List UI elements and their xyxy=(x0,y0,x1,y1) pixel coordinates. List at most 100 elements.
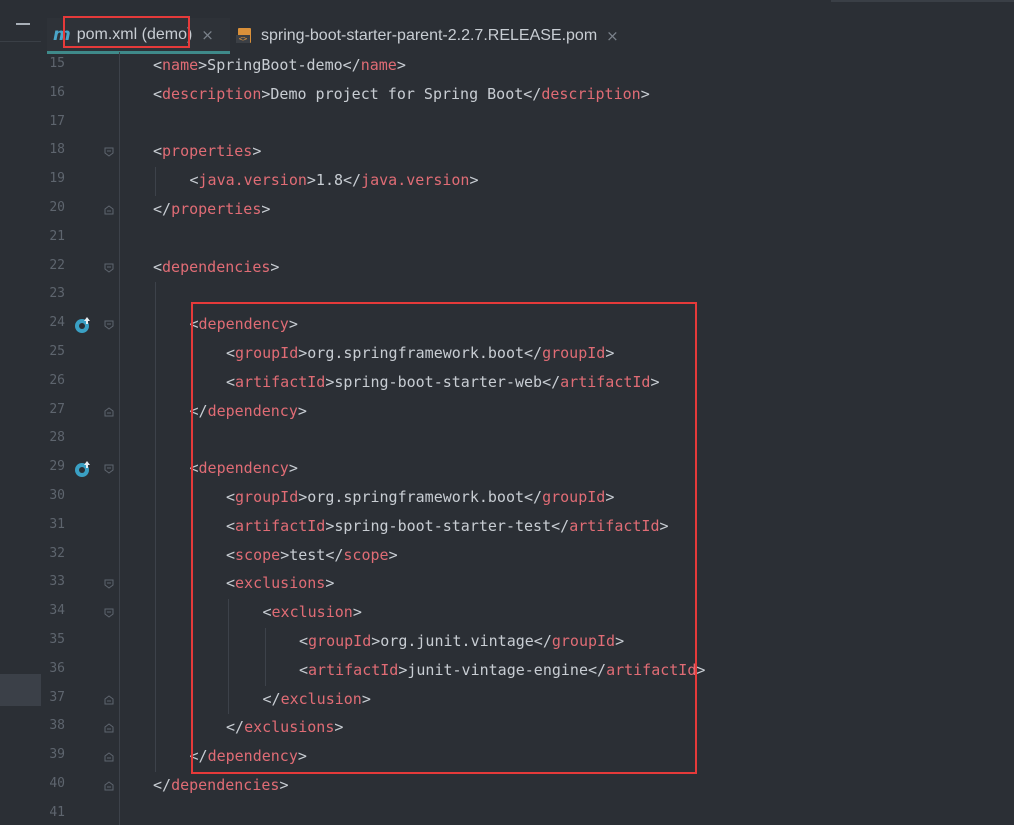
xml-tag-name: scope xyxy=(235,545,281,564)
xml-text: > xyxy=(334,718,344,737)
fold-open-icon[interactable] xyxy=(104,320,114,330)
xml-text: < xyxy=(153,142,163,161)
close-icon[interactable]: × xyxy=(201,26,214,44)
xml-text: </ xyxy=(189,747,208,766)
line-number: 35 xyxy=(49,632,65,647)
minimize-icon[interactable] xyxy=(16,23,30,25)
xml-text: > xyxy=(469,171,479,190)
xml-text: >org.springframework.boot</ xyxy=(298,488,543,506)
line-number: 17 xyxy=(49,113,65,129)
code-line: <groupId>org.springframework.boot</group… xyxy=(226,485,614,509)
xml-tag-name: groupId xyxy=(542,488,606,506)
xml-tag-name: groupId xyxy=(308,632,372,650)
xml-text: > xyxy=(288,459,298,478)
line-number: 15 xyxy=(49,56,65,71)
fold-open-icon[interactable] xyxy=(104,608,114,618)
code-line: </dependency> xyxy=(190,399,307,423)
overridden-up-icon[interactable] xyxy=(74,460,92,478)
line-number: 31 xyxy=(49,516,65,532)
xml-tag-name: dependencies xyxy=(171,776,280,794)
xml-text: > xyxy=(659,516,669,535)
fold-close-icon[interactable] xyxy=(104,781,114,791)
xml-text: < xyxy=(299,632,309,650)
fold-open-icon[interactable] xyxy=(104,147,114,158)
xml-text: </ xyxy=(153,200,172,218)
xml-text: < xyxy=(299,660,309,679)
code-line: <groupId>org.springframework.boot</group… xyxy=(226,341,614,365)
xml-tag-name: exclusion xyxy=(280,689,362,708)
line-number: 33 xyxy=(49,574,65,590)
line-number: 41 xyxy=(49,804,65,820)
indent-guide xyxy=(155,167,156,196)
xml-text: </ xyxy=(189,401,208,420)
xml-tag-name: dependencies xyxy=(162,257,271,276)
fold-close-icon[interactable] xyxy=(104,406,114,417)
xml-text: < xyxy=(189,171,199,190)
fold-open-icon[interactable] xyxy=(104,579,114,590)
fold-close-icon[interactable] xyxy=(104,694,114,705)
xml-text: > xyxy=(615,632,625,650)
line-number: 37 xyxy=(49,689,65,705)
xml-text: >spring-boot-starter-test</ xyxy=(325,516,570,535)
xml-text: >Demo project for Spring Boot</ xyxy=(261,84,542,103)
strip-selected-row[interactable] xyxy=(0,674,41,706)
xml-text: > xyxy=(297,401,307,420)
xml-text: > xyxy=(650,372,660,391)
xml-text: </ xyxy=(153,776,172,794)
xml-text: > xyxy=(388,545,398,564)
tab-label: spring-boot-starter-parent-2.2.7.RELEASE… xyxy=(261,27,598,44)
xml-text: < xyxy=(226,344,236,362)
tab-starter-parent-pom[interactable]: <> spring-boot-starter-parent-2.2.7.RELE… xyxy=(236,18,619,54)
code-line: <artifactId>junit-vintage-engine</artifa… xyxy=(299,658,705,682)
xml-text: > xyxy=(279,776,289,794)
xml-text: >SpringBoot-demo</ xyxy=(198,56,361,74)
xml-tag-name: exclusions xyxy=(235,574,326,593)
indent-guide xyxy=(228,599,229,715)
maven-icon: m xyxy=(53,24,71,45)
code-editor[interactable]: 15 <name>SpringBoot-demo</name> 16 <descrip… xyxy=(41,52,1014,825)
code-line: </dependency> xyxy=(190,744,307,768)
editor-tab-bar: m pom.xml (demo) × <> spring-boot-starte… xyxy=(41,0,1014,54)
xml-text: > xyxy=(640,84,650,103)
xml-text: </ xyxy=(262,689,281,708)
code-line: <groupId>org.junit.vintage</groupId> xyxy=(299,629,624,653)
xml-text: > xyxy=(270,257,280,276)
tool-window-strip xyxy=(0,0,42,825)
fold-close-icon[interactable] xyxy=(104,752,114,762)
xml-text: < xyxy=(226,372,236,391)
pom-file-icon: <> xyxy=(236,28,254,44)
line-number: 34 xyxy=(49,603,65,619)
line-number: 27 xyxy=(49,401,65,417)
line-number: 32 xyxy=(49,545,65,561)
fold-open-icon[interactable] xyxy=(104,263,114,273)
indent-guide xyxy=(191,484,193,744)
line-number: 25 xyxy=(49,344,65,359)
xml-text: >spring-boot-starter-web</ xyxy=(325,372,561,391)
xml-tag-name: artifactId xyxy=(308,660,399,679)
code-line: </exclusion> xyxy=(263,687,371,711)
xml-tag-name: description xyxy=(162,84,262,103)
indent-guide xyxy=(191,340,193,398)
xml-tag-name: java.version xyxy=(361,171,470,190)
code-line: <exclusions> xyxy=(226,571,334,595)
fold-close-icon[interactable] xyxy=(104,723,114,733)
xml-text: < xyxy=(226,516,236,535)
line-number: 16 xyxy=(49,84,65,100)
xml-text: < xyxy=(153,56,163,74)
xml-tag-name: dependency xyxy=(207,747,298,766)
xml-text: >1.8</ xyxy=(306,171,362,190)
overridden-up-icon[interactable] xyxy=(74,316,92,334)
xml-text: < xyxy=(189,315,199,334)
xml-text: > xyxy=(297,747,307,766)
xml-tag-name: description xyxy=(541,84,641,103)
close-icon[interactable]: × xyxy=(606,27,619,45)
xml-text: < xyxy=(153,84,163,103)
fold-close-icon[interactable] xyxy=(104,205,114,215)
xml-tag-name: scope xyxy=(343,545,389,564)
xml-text: > xyxy=(252,142,262,161)
xml-tag-name: dependency xyxy=(198,315,289,334)
fold-open-icon[interactable] xyxy=(104,464,114,474)
code-line: <dependencies> xyxy=(153,255,279,279)
tab-label: pom.xml (demo) xyxy=(76,25,193,43)
tab-pom-xml-demo[interactable]: m pom.xml (demo) × xyxy=(47,18,230,54)
